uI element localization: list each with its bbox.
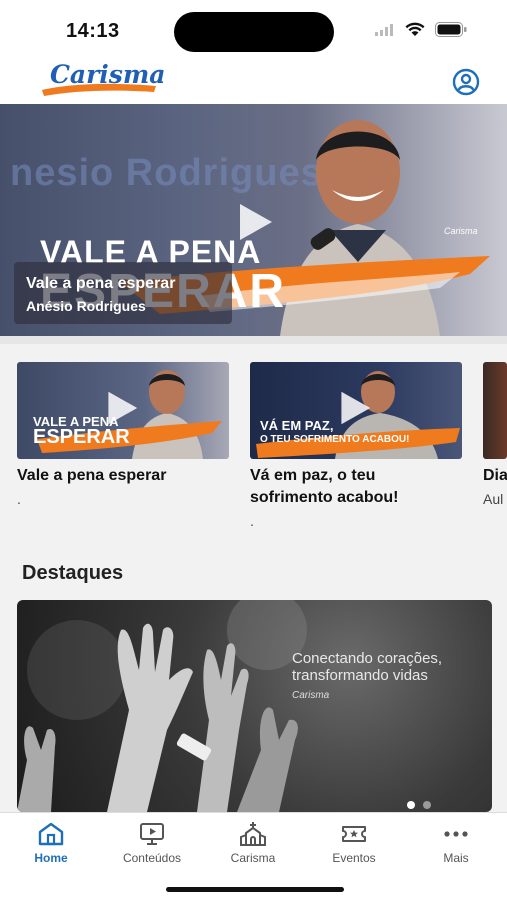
wifi-icon <box>405 22 425 36</box>
card-title: Vá em paz, o teu sofrimento acabou! <box>250 467 399 506</box>
section-divider <box>0 336 507 344</box>
thumb-title-line2: O TEU SOFRIMENTO ACABOU! <box>260 434 410 445</box>
page-dot[interactable] <box>423 801 431 809</box>
highlight-banner[interactable]: Conectando corações, transformando vidas… <box>17 600 492 812</box>
banner-tagline: Conectando corações, transformando vidas <box>292 650 443 684</box>
hero-caption-subtitle: Anésio Rodrigues <box>26 298 146 314</box>
hero-caption-box <box>14 262 232 324</box>
tab-eventos[interactable]: Eventos <box>314 821 394 865</box>
card-thumbnail: VÁ EM PAZ, O TEU SOFRIMENTO ACABOU! <box>250 362 462 459</box>
thumb-title-line2: ESPERAR <box>33 426 130 448</box>
dynamic-island <box>174 12 334 52</box>
card-subtitle: Aul <box>483 491 504 507</box>
logo-text: Carisma <box>50 60 166 89</box>
play-icon[interactable] <box>103 390 139 426</box>
section-title-destaques: Destaques <box>22 562 124 584</box>
status-time: 14:13 <box>66 20 120 42</box>
tab-home[interactable]: Home <box>11 821 91 865</box>
app-header: Carisma <box>0 58 507 104</box>
hero-caption-title: Vale a pena esperar <box>26 275 176 292</box>
play-icon[interactable] <box>336 390 372 426</box>
raised-hands-photo <box>17 600 307 812</box>
card-subtitle: . <box>250 513 254 529</box>
tab-label: Eventos <box>332 851 376 865</box>
tab-label: Conteúdos <box>122 851 182 865</box>
monitor-play-icon <box>140 823 164 845</box>
status-bar: 14:13 <box>0 0 507 58</box>
status-icons <box>375 22 467 37</box>
banner-brand-mark: Carisma <box>292 690 330 701</box>
tab-label: Home <box>34 851 68 865</box>
page-indicator[interactable] <box>407 801 431 809</box>
content-card[interactable]: VALE A PENA ESPERAR Vale a pena esperar … <box>17 362 229 507</box>
profile-icon[interactable] <box>452 68 480 96</box>
ticket-icon <box>342 826 366 842</box>
bottom-tab-bar: Home Conteúdos Carisma Eventos Mais <box>0 812 507 900</box>
tab-label: Mais <box>443 851 469 865</box>
hero-video-banner[interactable]: nesio Rodrigues Carisma VALE A PENA ESPE… <box>0 104 507 336</box>
tab-carisma[interactable]: Carisma <box>213 821 293 865</box>
content-card[interactable]: VÁ EM PAZ, O TEU SOFRIMENTO ACABOU! Vá e… <box>250 362 462 529</box>
card-title: Vale a pena esperar <box>17 467 167 484</box>
battery-icon <box>435 22 467 37</box>
page-dot-active[interactable] <box>407 801 415 809</box>
more-dots-icon <box>444 831 468 837</box>
card-title: Dia CO <box>483 467 507 484</box>
hero-brand-mark: Carisma <box>444 226 478 236</box>
card-thumbnail: VALE A PENA ESPERAR <box>17 362 229 459</box>
carisma-logo[interactable]: Carisma <box>38 60 166 100</box>
tab-mais[interactable]: Mais <box>416 821 496 865</box>
tab-label: Carisma <box>230 851 276 865</box>
home-indicator <box>166 887 344 892</box>
card-thumbnail <box>483 362 507 459</box>
thumb-title-line1: VÁ EM PAZ, <box>260 418 334 433</box>
tab-conteudos[interactable]: Conteúdos <box>112 821 192 865</box>
play-icon[interactable] <box>234 202 274 242</box>
card-subtitle: . <box>17 491 21 507</box>
cellular-signal-icon <box>375 23 393 36</box>
content-card[interactable]: Dia CO Aul <box>483 362 507 507</box>
church-icon <box>240 822 266 846</box>
home-icon <box>38 822 64 846</box>
